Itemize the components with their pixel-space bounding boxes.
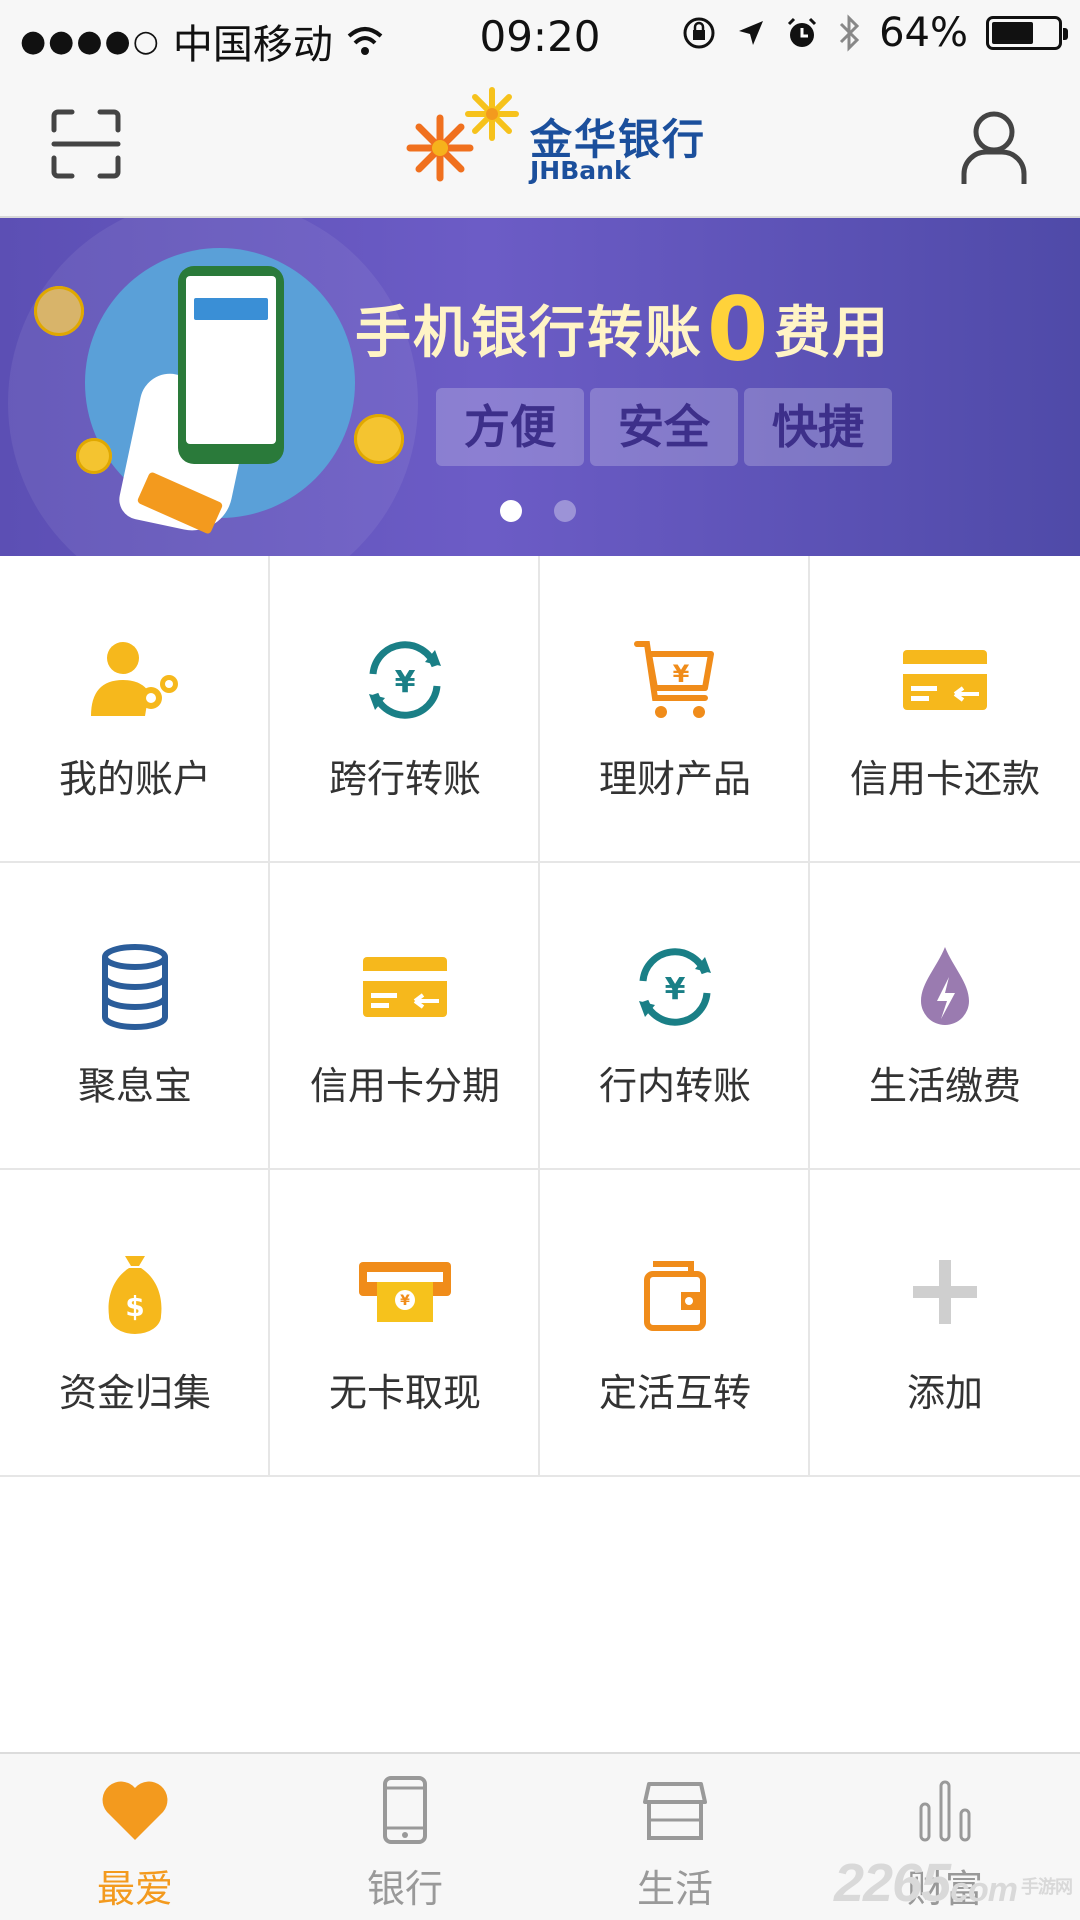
wallet-icon bbox=[644, 1261, 706, 1331]
battery-icon bbox=[986, 16, 1068, 50]
banner-title-start: 手机银行转账 bbox=[355, 301, 703, 366]
atm-cash-icon: ¥ bbox=[359, 1262, 451, 1322]
transfer-icon: ¥ bbox=[369, 641, 441, 719]
grid-item-jvxibao[interactable]: 聚息宝 bbox=[0, 863, 270, 1170]
heart-icon bbox=[102, 1781, 168, 1840]
grid-item-label: 生活缴费 bbox=[868, 1064, 1021, 1108]
tab-label: 最爱 bbox=[96, 1867, 173, 1911]
grid-item-interbank-transfer[interactable]: ¥ 跨行转账 bbox=[270, 556, 540, 863]
bank-logo: 金华银行 JHBank bbox=[400, 86, 720, 196]
scan-icon[interactable] bbox=[50, 108, 122, 180]
svg-text:¥: ¥ bbox=[673, 660, 690, 688]
shop-icon bbox=[643, 1782, 707, 1840]
banner-tag: 快捷 bbox=[744, 388, 892, 466]
grid-item-label: 行内转账 bbox=[598, 1064, 751, 1108]
grid-item-label: 添加 bbox=[906, 1371, 983, 1415]
tab-life[interactable]: 生活 bbox=[540, 1754, 810, 1920]
money-bag-icon: $ bbox=[108, 1256, 162, 1334]
bar-chart-icon bbox=[919, 1780, 971, 1842]
phone-icon bbox=[383, 1776, 427, 1844]
grid-item-cardless-withdraw[interactable]: ¥ 无卡取现 bbox=[270, 1170, 540, 1477]
alarm-icon bbox=[788, 17, 817, 47]
pager-dot-active[interactable] bbox=[500, 500, 522, 522]
grid-item-label: 跨行转账 bbox=[328, 757, 481, 801]
coin-icon bbox=[354, 414, 404, 464]
top-nav: 金华银行 JHBank bbox=[0, 70, 1080, 218]
tab-bank[interactable]: 银行 bbox=[270, 1754, 540, 1920]
grid-item-label: 定活互转 bbox=[598, 1371, 751, 1415]
account-icon bbox=[91, 642, 178, 716]
status-bar: ●●●●○ 中国移动 09:20 64% bbox=[0, 0, 1080, 70]
grid-item-label: 聚息宝 bbox=[77, 1064, 192, 1108]
grid-item-add[interactable]: 添加 bbox=[810, 1170, 1080, 1477]
grid-item-label: 资金归集 bbox=[58, 1371, 211, 1415]
watermark-sub: 手游网 bbox=[1021, 1877, 1073, 1897]
status-right: 64% bbox=[681, 10, 1068, 56]
svg-text:¥: ¥ bbox=[400, 1293, 410, 1309]
grid-item-fixed-demand-switch[interactable]: 定活互转 bbox=[540, 1170, 810, 1477]
banner-tag: 安全 bbox=[590, 388, 738, 466]
watermark: 2265com 手游网 bbox=[833, 1852, 1073, 1914]
grid-item-wealth-products[interactable]: ¥ 理财产品 bbox=[540, 556, 810, 863]
grid-item-fund-collection[interactable]: $ 资金归集 bbox=[0, 1170, 270, 1477]
svg-text:¥: ¥ bbox=[395, 665, 416, 700]
credit-card-icon bbox=[363, 957, 447, 1017]
grid-item-label: 我的账户 bbox=[58, 757, 211, 801]
pager-dot[interactable] bbox=[554, 500, 576, 522]
plus-icon bbox=[913, 1260, 977, 1324]
bluetooth-icon bbox=[840, 14, 860, 52]
transfer-icon: ¥ bbox=[639, 948, 711, 1026]
svg-text:$: $ bbox=[125, 1290, 144, 1323]
promo-banner[interactable]: 手机银行转账0费用 方便 安全 快捷 bbox=[0, 218, 1080, 556]
grid-item-label: 理财产品 bbox=[598, 757, 751, 801]
user-icon[interactable] bbox=[958, 108, 1030, 186]
orientation-lock-icon bbox=[683, 17, 715, 49]
grid-item-label: 无卡取现 bbox=[328, 1371, 481, 1415]
location-icon bbox=[739, 21, 764, 45]
phone-screen-bar bbox=[194, 298, 268, 320]
watermark-suffix: com bbox=[950, 1871, 1018, 1909]
battery-fill bbox=[992, 22, 1033, 44]
grid-item-my-account[interactable]: 我的账户 bbox=[0, 556, 270, 863]
svg-text:¥: ¥ bbox=[665, 972, 686, 1007]
coin-icon bbox=[76, 438, 112, 474]
bottom-tab-bar: 最爱 银行 生活 财富 2265com 手游网 bbox=[0, 1752, 1080, 1920]
phone-screen bbox=[186, 276, 276, 444]
tab-label: 银行 bbox=[366, 1867, 443, 1911]
tab-label: 生活 bbox=[636, 1867, 713, 1911]
grid-item-utility-payment[interactable]: 生活缴费 bbox=[810, 863, 1080, 1170]
credit-card-icon bbox=[903, 650, 987, 710]
cart-icon: ¥ bbox=[634, 641, 714, 718]
watermark-text: 2265 bbox=[833, 1853, 951, 1913]
phone-illustration bbox=[178, 266, 284, 464]
function-grid: 我的账户 ¥ 跨行转账 ¥ 理财产品 信用卡还款 聚息宝 信用卡分期 ¥ 行内转… bbox=[0, 556, 1080, 1478]
banner-title-end: 费用 bbox=[774, 301, 891, 366]
grid-item-label: 信用卡还款 bbox=[849, 757, 1040, 801]
tab-favorites[interactable]: 最爱 bbox=[0, 1754, 270, 1920]
banner-tag: 方便 bbox=[436, 388, 584, 466]
grid-item-label: 信用卡分期 bbox=[309, 1064, 500, 1108]
banner-title-zero: 0 bbox=[707, 278, 771, 381]
logo-en-text: JHBank bbox=[530, 156, 631, 185]
grid-item-credit-card-installment[interactable]: 信用卡分期 bbox=[270, 863, 540, 1170]
banner-title: 手机银行转账0费用 bbox=[355, 278, 890, 381]
database-icon bbox=[102, 944, 168, 1030]
grid-item-intrabank-transfer[interactable]: ¥ 行内转账 bbox=[540, 863, 810, 1170]
grid-item-credit-card-repay[interactable]: 信用卡还款 bbox=[810, 556, 1080, 863]
flower-logo-icon bbox=[406, 87, 519, 182]
coin-icon bbox=[34, 286, 84, 336]
banner-pager bbox=[500, 500, 576, 522]
utility-drop-icon bbox=[921, 947, 969, 1025]
battery-percent: 64% bbox=[879, 10, 968, 56]
